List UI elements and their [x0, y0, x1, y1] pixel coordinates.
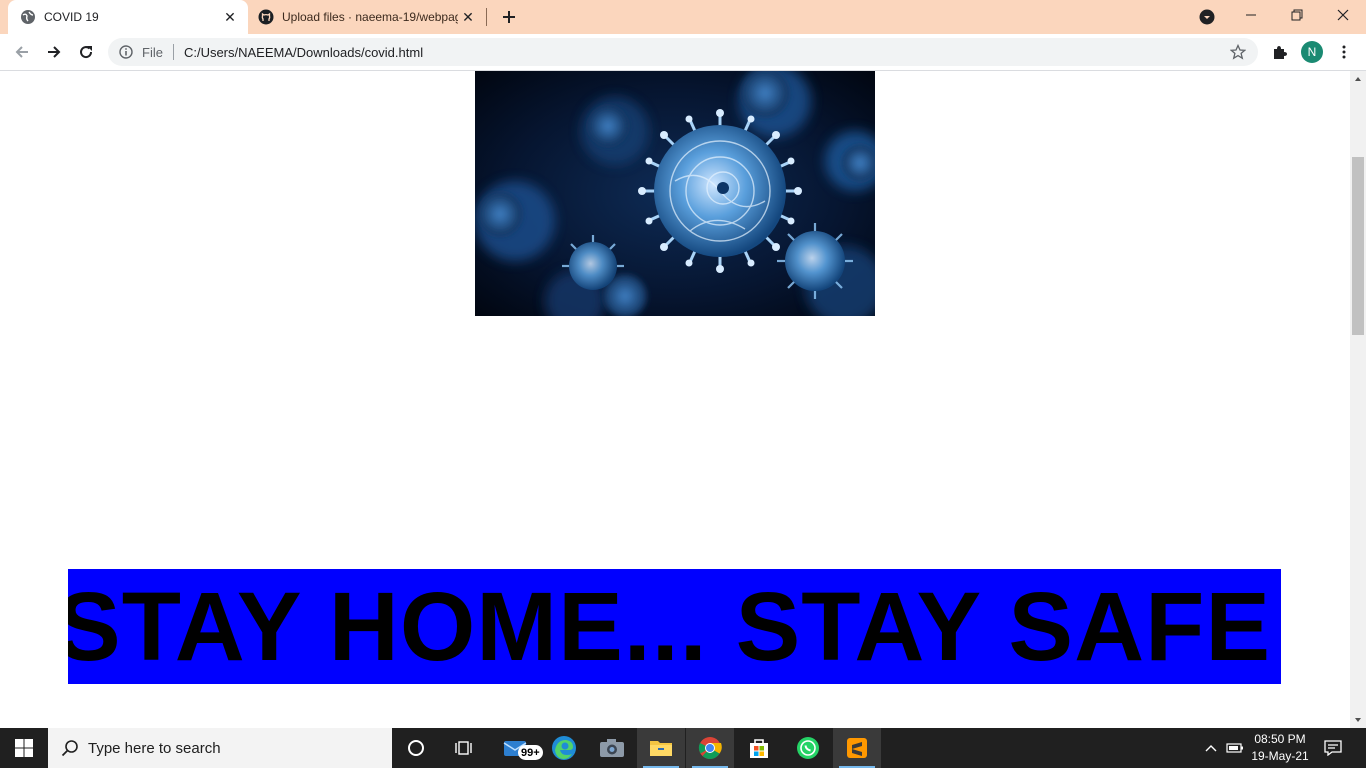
whatsapp-button[interactable]: [784, 728, 832, 768]
cortana-button[interactable]: [392, 728, 440, 768]
forward-button[interactable]: [40, 38, 68, 66]
start-button[interactable]: [0, 728, 48, 768]
store-button[interactable]: [735, 728, 783, 768]
scroll-up-arrow-icon[interactable]: [1350, 71, 1366, 87]
back-button[interactable]: [8, 38, 36, 66]
tab-separator: [486, 8, 487, 26]
tab-covid-19[interactable]: COVID 19 ✕: [8, 0, 248, 34]
battery-icon: [1226, 743, 1243, 753]
coronavirus-image: [475, 71, 875, 316]
scroll-down-arrow-icon[interactable]: [1350, 712, 1366, 728]
minimize-button[interactable]: [1228, 0, 1274, 30]
chevron-down-icon: [1199, 9, 1215, 25]
tab-title: COVID 19: [44, 10, 99, 24]
tab-upload-files[interactable]: Upload files · naeema-19/webpage ✕: [250, 0, 486, 34]
minimize-icon: [1246, 14, 1256, 16]
reload-icon: [80, 46, 93, 59]
sublime-text-icon: [847, 738, 867, 758]
omnibox-divider: [172, 44, 174, 60]
edge-button[interactable]: [540, 728, 588, 768]
page-scrollbar[interactable]: [1350, 71, 1366, 728]
whatsapp-icon: [797, 737, 819, 759]
notifications-icon: [1324, 740, 1342, 756]
github-icon: [258, 9, 274, 25]
banner-text: STAY HOME... STAY SAFE: [68, 572, 1272, 681]
bookmark-star-icon[interactable]: [1228, 42, 1248, 62]
action-center-button[interactable]: [1318, 728, 1348, 768]
camera-icon: [600, 739, 624, 757]
browser-menu-button[interactable]: [1330, 38, 1358, 66]
close-window-button[interactable]: [1320, 0, 1366, 30]
clock-time: 08:50 PM: [1254, 732, 1306, 746]
battery-status-button[interactable]: [1224, 728, 1246, 768]
info-icon[interactable]: [118, 44, 134, 60]
extensions-button[interactable]: [1266, 38, 1294, 66]
forward-arrow-icon: [48, 46, 61, 58]
windows-logo-icon: [15, 739, 33, 757]
mail-badge: 99+: [518, 745, 543, 760]
scroll-thumb[interactable]: [1352, 157, 1364, 335]
taskbar-clock[interactable]: 08:50 PM 19-May-21: [1245, 728, 1315, 768]
clock-date: 19-May-21: [1251, 749, 1309, 763]
browser-tab-strip: COVID 19 ✕ Upload files · naeema-19/webp…: [0, 0, 1366, 34]
browser-toolbar: File C:/Users/NAEEMA/Downloads/covid.htm…: [0, 34, 1366, 71]
url-text[interactable]: C:/Users/NAEEMA/Downloads/covid.html: [184, 45, 1228, 60]
scheme-chip[interactable]: File: [142, 45, 163, 60]
mail-button[interactable]: 99+: [492, 728, 543, 768]
close-icon: [1337, 9, 1349, 21]
chevron-up-icon: [1205, 745, 1217, 752]
task-view-icon: [455, 741, 472, 755]
store-icon: [750, 739, 768, 758]
reload-button[interactable]: [72, 38, 100, 66]
stay-home-banner: STAY HOME... STAY SAFE: [68, 569, 1281, 684]
tab-search-button[interactable]: [1197, 7, 1217, 27]
globe-icon: [20, 9, 36, 25]
close-tab-icon[interactable]: ✕: [220, 7, 240, 27]
page-viewport: STAY HOME... STAY SAFE: [0, 71, 1350, 728]
close-tab-icon[interactable]: ✕: [458, 7, 478, 27]
back-arrow-icon: [15, 46, 28, 58]
profile-avatar[interactable]: N: [1301, 41, 1323, 63]
file-explorer-icon: [650, 741, 672, 756]
tab-title: Upload files · naeema-19/webpage: [282, 10, 458, 24]
search-icon: [60, 738, 80, 758]
search-placeholder: Type here to search: [88, 739, 221, 757]
taskbar-search-box[interactable]: Type here to search: [48, 728, 392, 768]
address-bar[interactable]: File C:/Users/NAEEMA/Downloads/covid.htm…: [108, 38, 1258, 66]
chrome-icon: [698, 737, 722, 759]
task-view-button[interactable]: [440, 728, 488, 768]
show-hidden-icons-button[interactable]: [1200, 728, 1222, 768]
edge-icon: [552, 736, 576, 760]
restore-icon: [1291, 9, 1303, 21]
kebab-menu-icon: [1342, 45, 1346, 59]
puzzle-icon: [1274, 46, 1287, 59]
sublime-text-button[interactable]: [833, 728, 881, 768]
camera-button[interactable]: [588, 728, 636, 768]
restore-button[interactable]: [1274, 0, 1320, 30]
chrome-button[interactable]: [686, 728, 734, 768]
new-tab-button[interactable]: [498, 6, 520, 28]
cortana-icon: [408, 740, 424, 756]
file-explorer-button[interactable]: [637, 728, 685, 768]
windows-taskbar: Type here to search 99+ 08:50 PM 19-May-…: [0, 728, 1366, 768]
